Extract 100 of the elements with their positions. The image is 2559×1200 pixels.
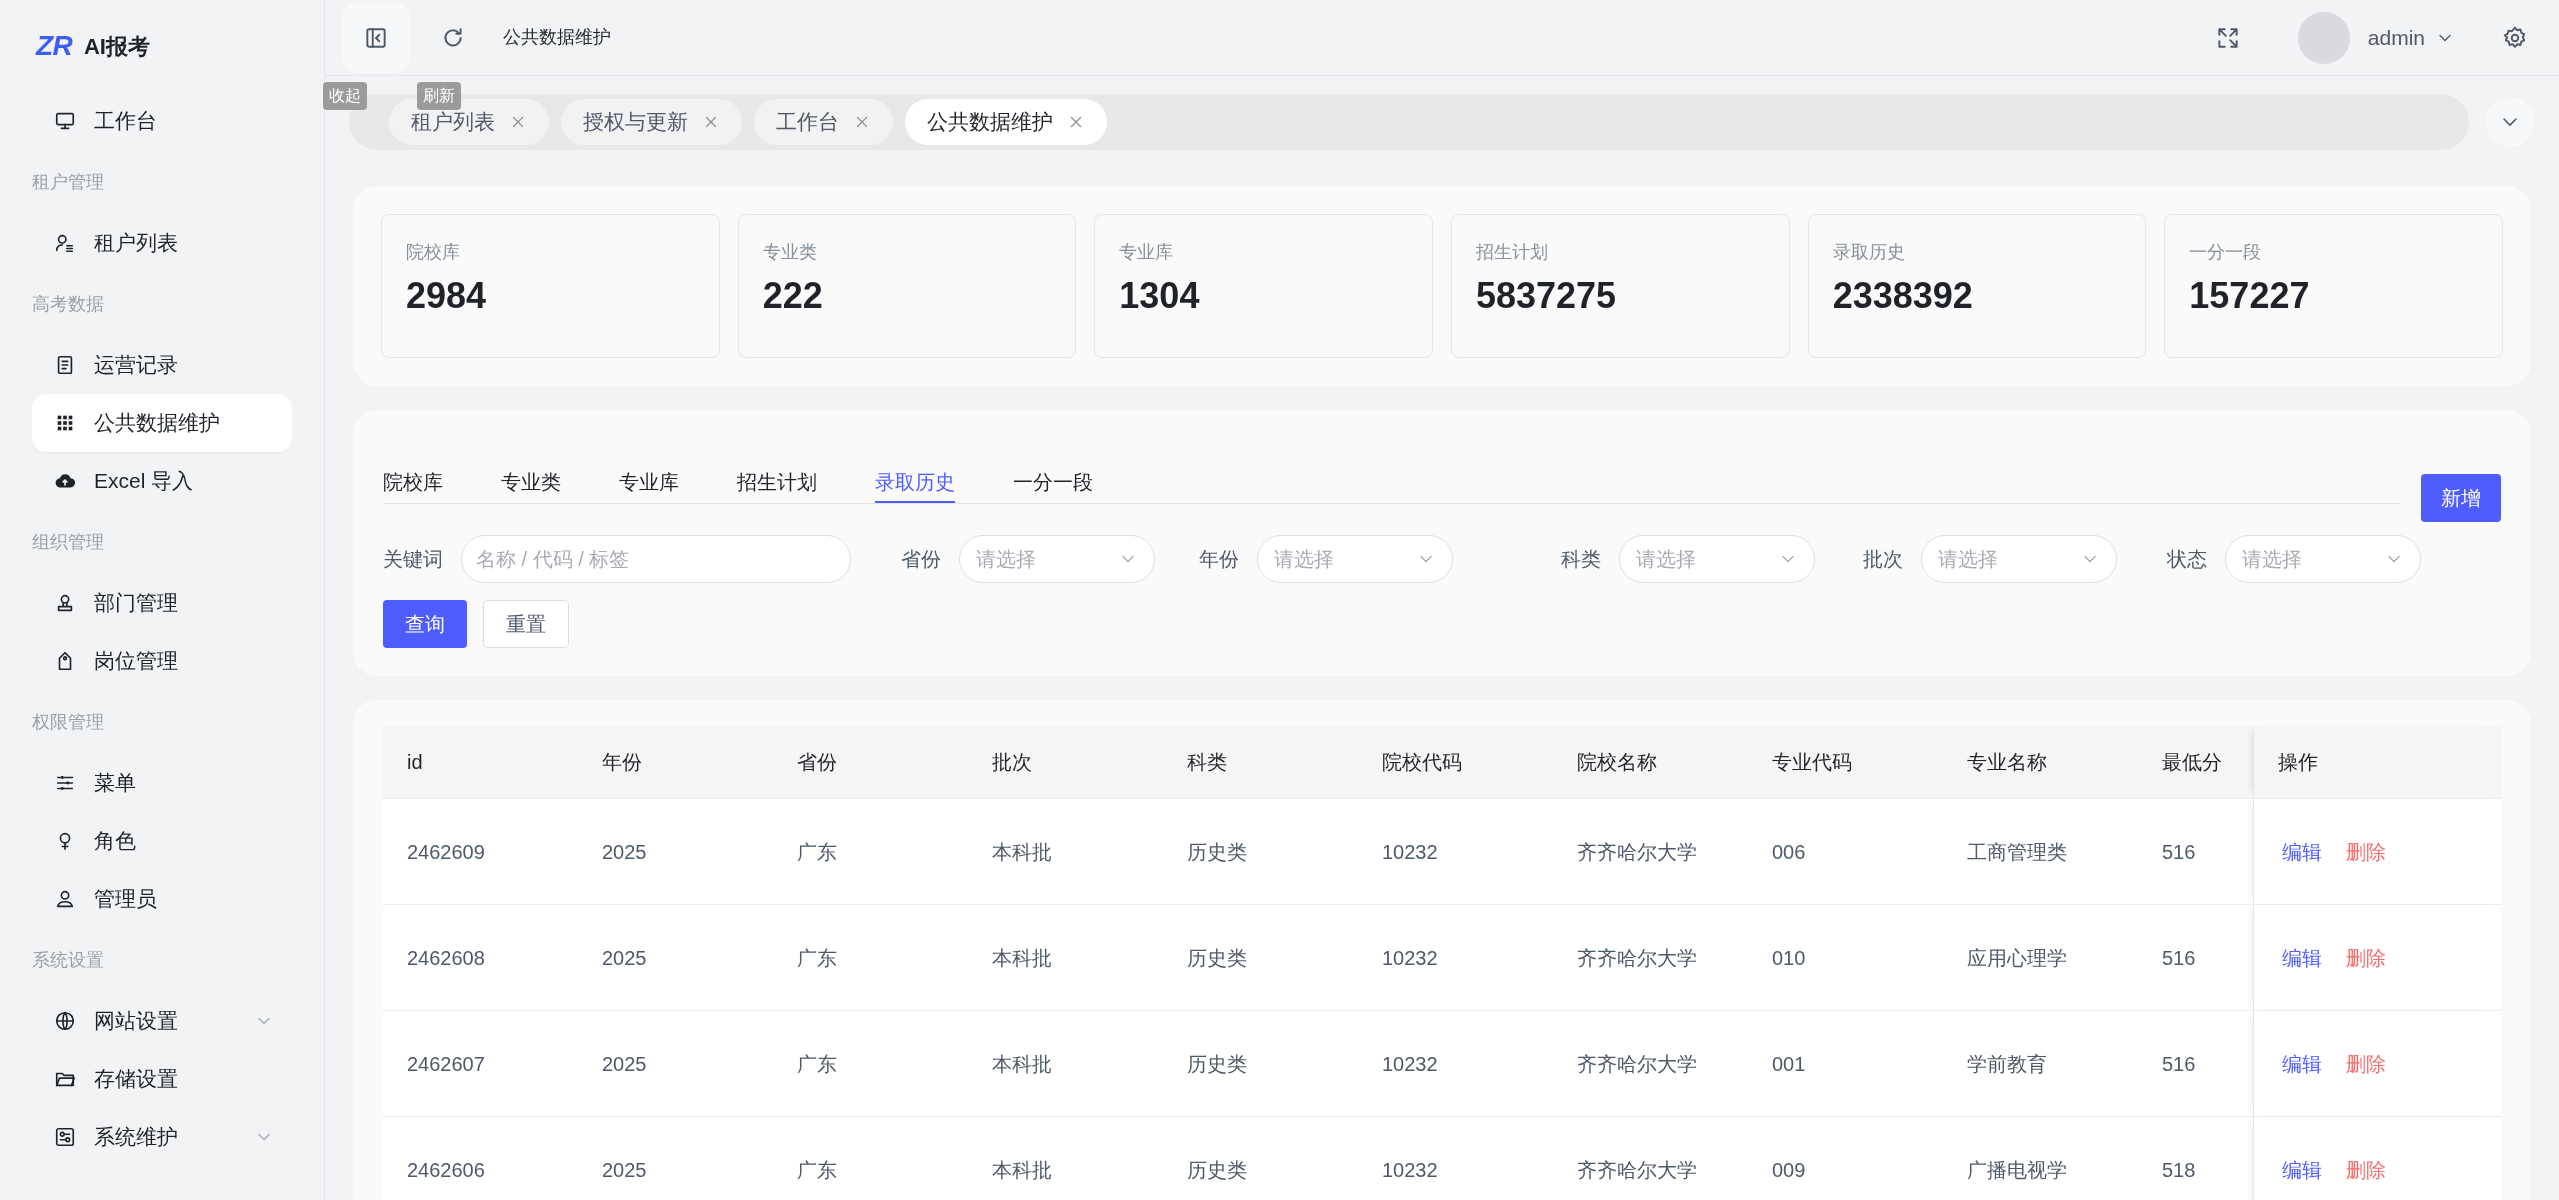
column-header: id [406, 750, 424, 775]
table-cell-text: 10232 [1381, 1157, 1439, 1183]
table-cell-text: 本科批 [991, 945, 1053, 971]
table-cell-text: 广播电视学 [1966, 1157, 2068, 1183]
edit-link[interactable]: 编辑 [2282, 836, 2322, 867]
table-cell-text: 009 [1771, 1157, 1807, 1183]
data-tab[interactable]: 专业类 [501, 444, 561, 503]
stat-label: 专业库 [1119, 241, 1175, 264]
stat-value: 1304 [1119, 278, 1201, 314]
stat-value: 5837275 [1476, 278, 1618, 314]
table-cell-text: 2462607 [406, 1051, 486, 1077]
breadcrumb: 公共数据维护 [503, 26, 611, 49]
sidebar-item[interactable]: 管理员 [32, 870, 292, 928]
table-cell-text: 本科批 [991, 1157, 1053, 1183]
sidebar-item[interactable]: 工作台 [32, 92, 292, 150]
table-cell-text: 516 [2161, 1051, 2197, 1077]
keyword-field[interactable]: 名称 / 代码 / 标签 [461, 535, 851, 583]
table-cell-text: 001 [1771, 1051, 1807, 1077]
stat-value: 2338392 [1832, 278, 1974, 314]
data-tab[interactable]: 院校库 [383, 444, 443, 503]
add-button[interactable]: 新增 [2421, 474, 2501, 522]
stat-label: 一分一段 [2189, 241, 2263, 264]
sidebar-item[interactable]: 网站设置 [32, 992, 292, 1050]
sidebar-item[interactable]: Excel 导入 [32, 452, 292, 510]
column-header: 省份 [796, 750, 838, 775]
sidebar-item[interactable]: 角色 [32, 812, 292, 870]
section-label: 组织管理 [32, 530, 104, 554]
stat-label: 录取历史 [1832, 241, 1906, 264]
table-cell-text: 历史类 [1186, 1051, 1248, 1077]
sidebar-item[interactable]: 公共数据维护 [32, 394, 292, 452]
panel-icon [54, 1126, 76, 1148]
column-header: 最低分 [2161, 750, 2223, 775]
section-label: 权限管理 [32, 710, 104, 734]
sidebar-item[interactable]: 系统维护 [32, 1108, 292, 1166]
filter-label: 状态 [2167, 547, 2207, 572]
table-cell-text: 2025 [601, 1157, 648, 1183]
data-tab[interactable]: 一分一段 [1013, 444, 1093, 503]
stat-label: 专业类 [762, 241, 818, 264]
stat-label: 院校库 [406, 241, 461, 264]
sidebar-item[interactable]: 运营记录 [32, 336, 292, 394]
filter-label: 科类 [1561, 547, 1601, 572]
table-cell-text: 2462608 [406, 945, 486, 971]
filter-label: 关键词 [383, 547, 443, 572]
sidebar-item[interactable]: 部门管理 [32, 574, 292, 632]
table-cell-text: 齐齐哈尔大学 [1576, 945, 1698, 971]
table-cell-text: 历史类 [1186, 945, 1248, 971]
sidebar-item[interactable]: 岗位管理 [32, 632, 292, 690]
table-cell-text: 工商管理类 [1966, 839, 2068, 865]
filter-label: 批次 [1863, 547, 1903, 572]
user-menu[interactable]: admin [2297, 11, 2455, 64]
table-cell-text: 516 [2161, 945, 2197, 971]
settings-icon [2502, 24, 2528, 51]
data-tab[interactable]: 招生计划 [737, 444, 817, 503]
column-header: 院校代码 [1381, 750, 1463, 775]
tooltip: 刷新 [417, 82, 461, 110]
reset-button[interactable]: 重置 [483, 600, 569, 648]
table-cell-text: 10232 [1381, 945, 1439, 971]
table-cell-text: 2462609 [406, 839, 486, 865]
page-tab[interactable]: 公共数据维护 [905, 99, 1107, 145]
table-cell-text: 齐齐哈尔大学 [1576, 1051, 1698, 1077]
table-cell-text: 2025 [601, 945, 648, 971]
table-cell-text: 齐齐哈尔大学 [1576, 1157, 1698, 1183]
section-label: 高考数据 [32, 292, 104, 316]
sidebar-item[interactable]: 租户列表 [32, 214, 292, 272]
table-cell-text: 2462606 [406, 1157, 486, 1183]
table-cell-text: 广东 [796, 945, 838, 971]
table-cell-text: 广东 [796, 1157, 838, 1183]
table-cell-text: 广东 [796, 1051, 838, 1077]
stat-value: 157227 [2189, 278, 2311, 314]
page-tab[interactable]: 工作台 [754, 99, 893, 145]
tooltip: 收起 [323, 82, 367, 110]
section-label: 租户管理 [32, 170, 104, 194]
page-tab[interactable]: 授权与更新 [561, 99, 742, 145]
user-icon [54, 888, 76, 910]
sidebar-item[interactable]: 存储设置 [32, 1050, 292, 1108]
stat-value: 222 [762, 278, 824, 314]
stat-value: 2984 [406, 278, 488, 314]
sidebar-item[interactable]: 菜单 [32, 754, 292, 812]
data-tab[interactable]: 专业库 [619, 444, 679, 503]
query-button[interactable]: 查询 [383, 600, 467, 648]
table-cell-text: 广东 [796, 839, 838, 865]
table-cell-text: 历史类 [1186, 839, 1248, 865]
edit-link[interactable]: 编辑 [2282, 1048, 2322, 1079]
table-cell-text: 应用心理学 [1966, 945, 2068, 971]
edit-link[interactable]: 编辑 [2282, 942, 2322, 973]
table-cell-text: 历史类 [1186, 1157, 1248, 1183]
table-cell-text: 010 [1771, 945, 1807, 971]
collapse-button[interactable] [341, 2, 411, 73]
edit-link[interactable]: 编辑 [2282, 1154, 2322, 1185]
user-list-icon [54, 232, 76, 254]
table-cell-text: 本科批 [991, 1051, 1053, 1077]
table-cell-text: 516 [2161, 839, 2197, 865]
column-header: 专业代码 [1771, 750, 1853, 775]
table-cell-text: 学前教育 [1966, 1051, 2048, 1077]
section-label: 系统设置 [32, 948, 104, 972]
data-tab[interactable]: 录取历史 [875, 444, 955, 503]
logo: ZR [36, 29, 72, 63]
table-cell-text: 本科批 [991, 839, 1053, 865]
table-cell-text: 10232 [1381, 1051, 1439, 1077]
table-cell-text: 006 [1771, 839, 1807, 865]
